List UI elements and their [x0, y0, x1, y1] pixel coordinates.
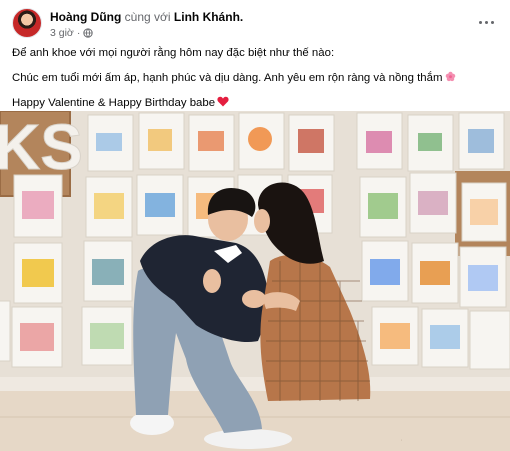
caption-line-2: Chúc em tuổi mới ấm áp, hạnh phúc và dịu…: [12, 71, 498, 86]
post-caption: Để anh khoe với mọi người rằng hôm nay đ…: [12, 46, 498, 121]
caption-line-3: Happy Valentine & Happy Birthday babe: [12, 96, 498, 111]
post-meta: Hoàng Dũng cùng với Linh Khánh. 3 giờ ·: [50, 10, 243, 40]
post-subline: 3 giờ ·: [50, 26, 243, 40]
globe-icon[interactable]: [83, 28, 93, 38]
caption-line-1: Để anh khoe với mọi người rằng hôm nay đ…: [12, 47, 335, 59]
svg-text:.: .: [397, 439, 404, 441]
tagged-name[interactable]: Linh Khánh.: [174, 10, 243, 24]
red-heart-icon: [217, 96, 229, 107]
post-time[interactable]: 3 giờ: [50, 26, 74, 40]
ks-letters: KS: [0, 111, 83, 183]
post-photo[interactable]: KS .: [0, 111, 510, 451]
author-avatar[interactable]: [12, 8, 42, 38]
author-name[interactable]: Hoàng Dũng: [50, 10, 121, 24]
facebook-post: Hoàng Dũng cùng với Linh Khánh. 3 giờ · …: [0, 0, 510, 451]
post-names: Hoàng Dũng cùng với Linh Khánh.: [50, 10, 243, 25]
with-text: cùng với: [124, 10, 171, 24]
cherry-blossom-icon: [446, 71, 456, 82]
post-header: Hoàng Dũng cùng với Linh Khánh. 3 giờ ·: [12, 8, 498, 40]
photo-illustration: KS .: [0, 111, 510, 451]
more-options-icon[interactable]: [474, 12, 498, 32]
